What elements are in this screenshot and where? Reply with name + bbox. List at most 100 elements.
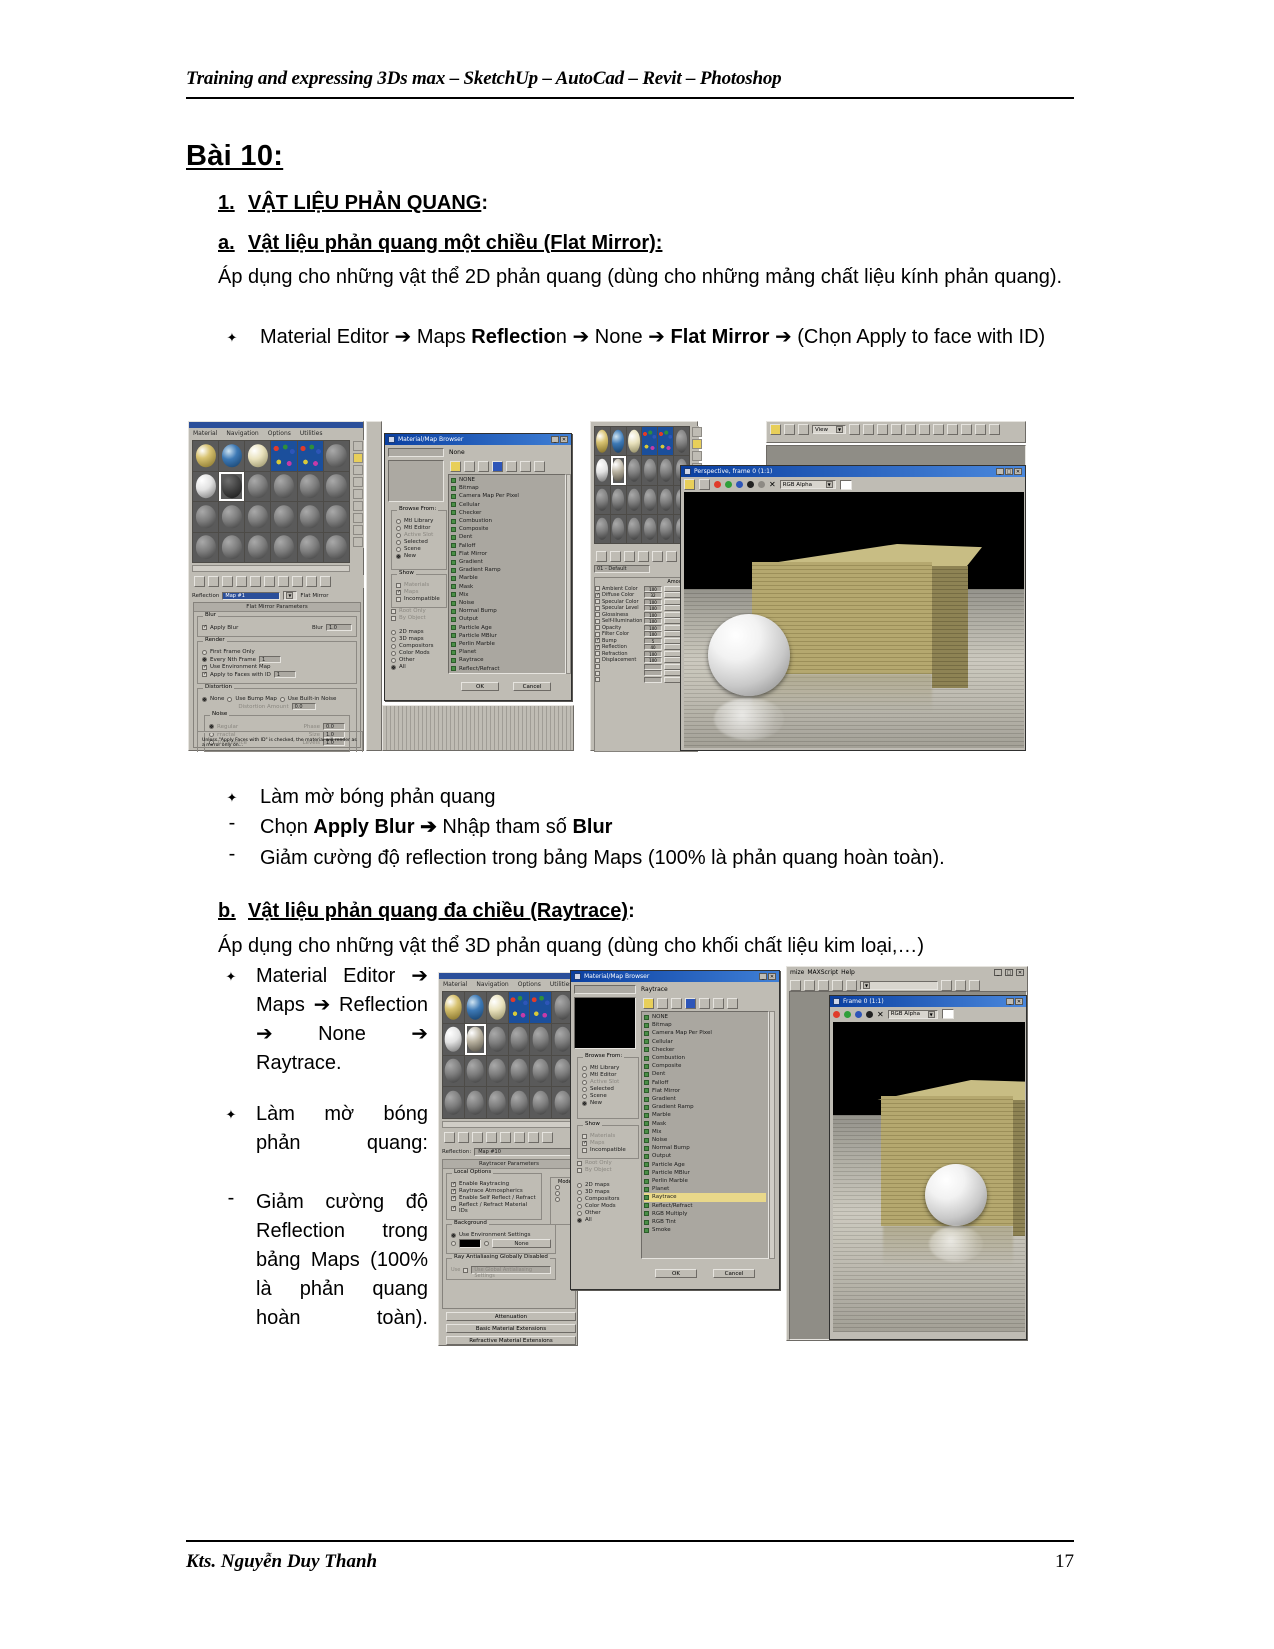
apply-blur-row[interactable]: Apply Blur Blur 1.0	[202, 624, 352, 631]
render2-title-bar[interactable]: Frame 0 (1:1) _ ✕	[830, 996, 1026, 1007]
radio[interactable]	[582, 1065, 587, 1071]
checkbox[interactable]	[396, 596, 401, 602]
map-amount[interactable]: 100	[644, 605, 662, 611]
background-icon[interactable]	[353, 465, 363, 475]
maximize-icon[interactable]: □	[1005, 969, 1013, 976]
material-editor-icon[interactable]	[969, 980, 980, 991]
map-item[interactable]: Gradient	[644, 1095, 766, 1103]
show-maps[interactable]: Maps	[396, 589, 442, 595]
map-enable-checkbox[interactable]	[595, 605, 600, 611]
assign-to-selection-icon[interactable]	[222, 576, 233, 587]
menu-navigation[interactable]: Navigation	[226, 430, 258, 439]
reference-coordinate-combo[interactable]: View ▼	[812, 425, 846, 434]
curve-editor-icon[interactable]	[947, 424, 958, 435]
delete-icon[interactable]	[713, 998, 724, 1009]
view-list-plus-icons-icon[interactable]	[685, 998, 696, 1009]
radio[interactable]	[484, 1241, 489, 1246]
browse-from-mtl-editor[interactable]: Mtl Editor	[396, 525, 442, 531]
make-unique-icon[interactable]	[500, 1132, 511, 1143]
browser2-cancel-button[interactable]: Cancel	[713, 1269, 755, 1278]
slot-8-selected[interactable]	[219, 471, 245, 501]
view-list-plus-icons-icon[interactable]	[492, 461, 503, 472]
show-map-icon[interactable]	[528, 1132, 539, 1143]
clear-icon[interactable]: ✕	[877, 1010, 884, 1019]
slot-17[interactable]	[658, 485, 674, 514]
radio[interactable]	[555, 1197, 560, 1202]
me-menubar[interactable]: Material Navigation Options Utilities	[189, 428, 363, 439]
map-item[interactable]: Checker	[451, 509, 563, 517]
first-frame-only-radio[interactable]	[202, 649, 207, 655]
map-item[interactable]: Mask	[644, 1120, 766, 1128]
menu-utilities[interactable]: Utilities	[300, 430, 323, 439]
backlight-icon[interactable]	[692, 439, 702, 449]
checkbox[interactable]	[451, 1188, 456, 1194]
apply-faces-id-row[interactable]: Apply to Faces with ID 1	[202, 671, 352, 678]
map-item[interactable]: Planet	[644, 1185, 766, 1193]
slot-22[interactable]	[271, 532, 297, 562]
sample-type-icon[interactable]	[353, 441, 363, 451]
map-item[interactable]: Particle MBlur	[644, 1169, 766, 1177]
close-icon[interactable]: ✕	[1014, 468, 1022, 475]
red-channel-icon[interactable]	[833, 1010, 840, 1018]
map-item[interactable]: Falloff	[644, 1079, 766, 1087]
map-enable-checkbox[interactable]	[595, 586, 600, 591]
browser-map-list-2[interactable]: NONE Bitmap Camera Map Per Pixel Cellula…	[641, 1011, 769, 1259]
color-swatch[interactable]	[839, 479, 852, 490]
distortion-amount-row[interactable]: Distortion Amount 0.0	[202, 703, 352, 710]
apply-faces-id-checkbox[interactable]	[202, 671, 207, 677]
refractive-material-extensions-rollout-bar[interactable]: Refractive Material Extensions	[446, 1336, 576, 1345]
select-move-icon[interactable]	[770, 424, 781, 435]
slot-3[interactable]	[626, 427, 642, 456]
go-forward-sibling-icon[interactable]	[320, 576, 331, 587]
map-enable-checkbox[interactable]	[595, 670, 600, 676]
every-nth-frame-field[interactable]: 1	[259, 656, 282, 663]
menu-material[interactable]: Material	[443, 981, 467, 990]
slot-hscrollbar-2[interactable]	[442, 1121, 574, 1128]
use-pivot-center-icon[interactable]	[849, 424, 860, 435]
slot-16[interactable]	[271, 502, 297, 532]
map-item[interactable]: Perlin Marble	[451, 640, 563, 648]
filter-3d-maps[interactable]: 3D maps	[391, 636, 443, 642]
minimize-icon[interactable]: _	[996, 468, 1004, 475]
map-amount[interactable]: 32	[644, 592, 662, 598]
slot-7[interactable]	[595, 456, 610, 485]
map-enable-checkbox[interactable]	[595, 651, 600, 656]
map-enable-checkbox[interactable]	[595, 599, 600, 604]
render-scene-icon[interactable]	[989, 424, 1000, 435]
slot-1[interactable]	[595, 427, 610, 456]
radio[interactable]	[396, 546, 401, 552]
map-amount[interactable]: 100	[644, 650, 662, 657]
view-large-icons-icon[interactable]	[450, 461, 461, 472]
background-color-swatch[interactable]	[459, 1239, 481, 1248]
radio[interactable]	[582, 1086, 587, 1092]
make-preview-icon[interactable]	[353, 501, 363, 511]
layer-manager-icon[interactable]	[933, 424, 944, 435]
slot-11[interactable]	[297, 471, 323, 501]
redo-icon[interactable]	[804, 980, 815, 991]
map-item[interactable]: Reflect/Refract	[451, 665, 563, 673]
map-enable-checkbox[interactable]	[595, 631, 600, 637]
radio[interactable]	[396, 525, 401, 531]
map-item[interactable]: Mix	[451, 591, 563, 599]
slot-23[interactable]	[530, 1087, 552, 1118]
put-to-library-icon[interactable]	[514, 1132, 525, 1143]
filter-color-mods[interactable]: Color Mods	[577, 1203, 635, 1209]
reset-map-icon[interactable]	[638, 551, 649, 562]
slot-2[interactable]	[610, 427, 626, 456]
max-window-2[interactable]: mize MAXScript Help _ □ ✕ ▼ Frame 0 (1:1…	[786, 966, 1028, 1341]
radio[interactable]	[451, 1241, 456, 1246]
browser-name-field[interactable]	[388, 448, 444, 457]
menu-mize[interactable]: mize	[790, 969, 804, 976]
map-item[interactable]: Normal Bump	[451, 607, 563, 615]
slot-23[interactable]	[297, 532, 323, 562]
close-icon[interactable]: ✕	[768, 973, 776, 980]
map-item[interactable]: Falloff	[451, 542, 563, 550]
radio[interactable]	[582, 1100, 587, 1106]
map-item[interactable]: Marble	[451, 574, 563, 582]
slot-1[interactable]	[443, 992, 464, 1023]
browse-from-selected[interactable]: Selected	[396, 539, 442, 545]
me-toolbar[interactable]	[192, 575, 364, 588]
rollout-title-2[interactable]: Raytracer Parameters	[443, 1160, 575, 1169]
close-icon[interactable]: ✕	[1015, 998, 1023, 1005]
render-frame-window-2[interactable]: Frame 0 (1:1) _ ✕ ✕ RGB Alpha ▼	[829, 995, 1027, 1340]
